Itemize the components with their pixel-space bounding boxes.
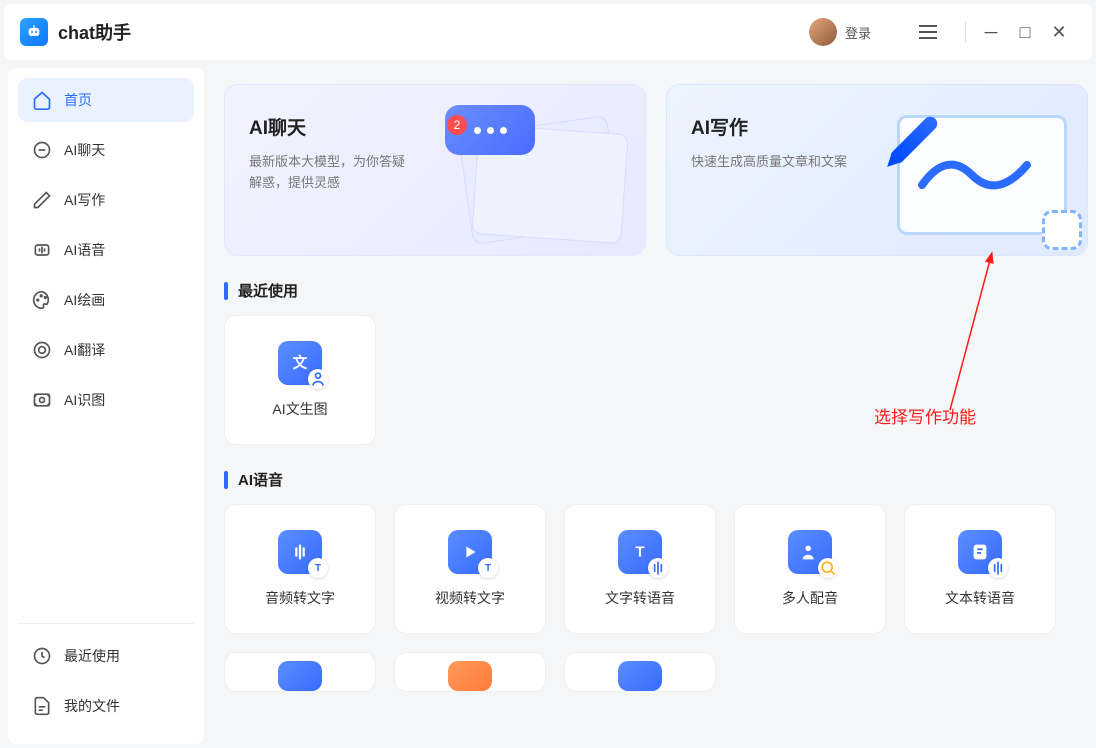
app-title: chat助手 bbox=[58, 19, 131, 45]
login-button[interactable]: 登录 bbox=[845, 23, 871, 42]
sidebar-item-files[interactable]: 我的文件 bbox=[18, 684, 194, 728]
pen-icon bbox=[32, 190, 52, 210]
svg-text:文: 文 bbox=[293, 354, 308, 372]
svg-text:T: T bbox=[636, 545, 645, 561]
annotation-text: 选择写作功能 bbox=[874, 403, 976, 428]
sidebar-item-paint[interactable]: AI绘画 bbox=[18, 278, 194, 322]
text-to-image-icon: 文 bbox=[278, 341, 322, 385]
sidebar-item-label: AI翻译 bbox=[64, 340, 105, 360]
annotation-arrow bbox=[880, 250, 1000, 420]
partial-icon bbox=[618, 661, 662, 691]
hero-desc: 最新版本大模型，为你答疑解惑，提供灵感 bbox=[249, 152, 409, 194]
sidebar-item-label: AI写作 bbox=[64, 190, 105, 210]
section-header-voice: AI语音 bbox=[224, 469, 1088, 490]
tile-text-to-image[interactable]: 文 AI文生图 bbox=[224, 315, 376, 445]
sidebar-item-label: AI绘画 bbox=[64, 290, 105, 310]
hero-card-write[interactable]: AI写作 快速生成高质量文章和文案 bbox=[666, 84, 1088, 256]
file-icon bbox=[32, 696, 52, 716]
avatar[interactable] bbox=[809, 18, 837, 46]
write-illustration bbox=[877, 105, 1077, 245]
audio-to-text-icon: T bbox=[278, 530, 322, 574]
hero-card-chat[interactable]: AI聊天 最新版本大模型，为你答疑解惑，提供灵感 2 bbox=[224, 84, 646, 256]
video-to-text-icon: T bbox=[448, 530, 492, 574]
home-icon bbox=[32, 90, 52, 110]
partial-icon bbox=[448, 661, 492, 691]
multi-voice-icon bbox=[788, 530, 832, 574]
tile-partial-1[interactable] bbox=[224, 652, 376, 692]
sidebar-item-label: AI识图 bbox=[64, 390, 105, 410]
sidebar-item-recent[interactable]: 最近使用 bbox=[18, 634, 194, 678]
chat-icon bbox=[32, 140, 52, 160]
sidebar-item-write[interactable]: AI写作 bbox=[18, 178, 194, 222]
audio-icon bbox=[32, 240, 52, 260]
tile-video-to-text[interactable]: T 视频转文字 bbox=[394, 504, 546, 634]
tile-text-to-voice[interactable]: T 文字转语音 bbox=[564, 504, 716, 634]
sidebar-item-label: AI语音 bbox=[64, 240, 105, 260]
tile-partial-2[interactable] bbox=[394, 652, 546, 692]
hero-desc: 快速生成高质量文章和文案 bbox=[691, 152, 851, 173]
minimize-icon[interactable]: ─ bbox=[974, 15, 1008, 49]
close-icon[interactable]: ✕ bbox=[1042, 15, 1076, 49]
text-to-voice-icon: T bbox=[618, 530, 662, 574]
partial-icon bbox=[278, 661, 322, 691]
sidebar-item-translate[interactable]: AI翻译 bbox=[18, 328, 194, 372]
main-content: AI聊天 最新版本大模型，为你答疑解惑，提供灵感 2 AI写作 快速生成高质量文… bbox=[204, 68, 1096, 744]
palette-icon bbox=[32, 290, 52, 310]
sidebar-item-label: 首页 bbox=[64, 90, 92, 110]
sidebar-item-label: 最近使用 bbox=[64, 646, 120, 666]
tile-partial-3[interactable] bbox=[564, 652, 716, 692]
sidebar-item-voice[interactable]: AI语音 bbox=[18, 228, 194, 272]
sidebar-item-image[interactable]: AI识图 bbox=[18, 378, 194, 422]
tile-audio-to-text[interactable]: T 音频转文字 bbox=[224, 504, 376, 634]
titlebar: chat助手 登录 ─ □ ✕ bbox=[4, 4, 1092, 60]
menu-icon[interactable] bbox=[911, 15, 945, 49]
tile-text-to-speech[interactable]: 文本转语音 bbox=[904, 504, 1056, 634]
maximize-icon[interactable]: □ bbox=[1008, 15, 1042, 49]
sidebar: 首页 AI聊天 AI写作 AI语音 AI绘画 AI翻译 AI识图 bbox=[8, 68, 204, 744]
tile-multi-voice[interactable]: 多人配音 bbox=[734, 504, 886, 634]
history-icon bbox=[32, 646, 52, 666]
translate-icon bbox=[32, 340, 52, 360]
notification-badge: 2 bbox=[447, 115, 467, 135]
sidebar-item-label: AI聊天 bbox=[64, 140, 105, 160]
sidebar-item-home[interactable]: 首页 bbox=[18, 78, 194, 122]
image-icon bbox=[32, 390, 52, 410]
text-to-speech-icon bbox=[958, 530, 1002, 574]
sidebar-item-chat[interactable]: AI聊天 bbox=[18, 128, 194, 172]
app-logo-icon bbox=[20, 18, 48, 46]
sidebar-item-label: 我的文件 bbox=[64, 696, 120, 716]
